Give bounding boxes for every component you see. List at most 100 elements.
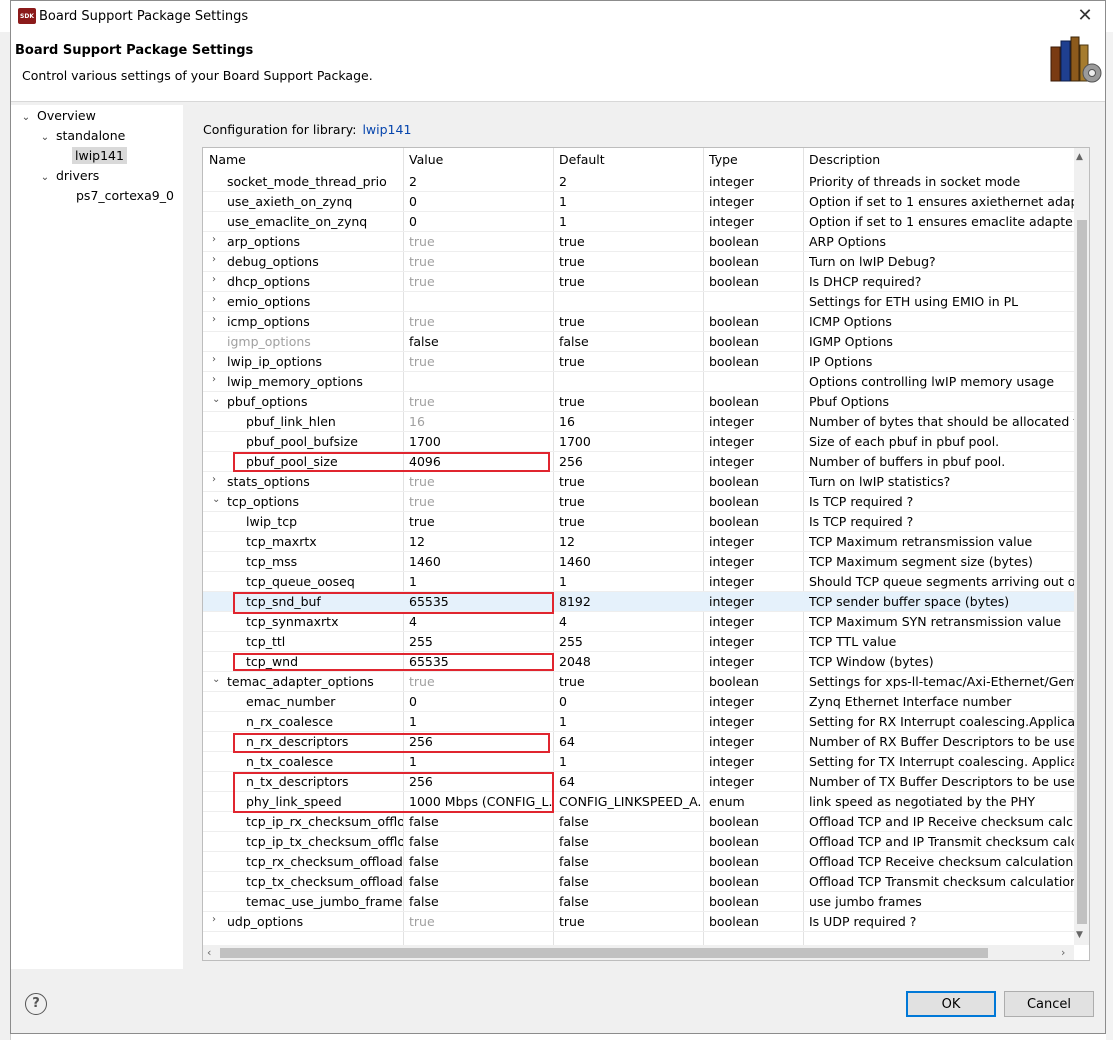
scroll-left-icon[interactable]: ‹ bbox=[207, 946, 211, 959]
horizontal-scroll-thumb[interactable] bbox=[220, 948, 988, 958]
row-value-cell[interactable]: 256 bbox=[409, 734, 552, 749]
table-row[interactable]: tcp_snd_buf 65535 8192 integer TCP sender bu… bbox=[203, 592, 1074, 612]
row-value-cell[interactable]: 1 bbox=[409, 714, 552, 729]
table-row[interactable]: ⌄ tcp_options true true boolean Is TCP requir… bbox=[203, 492, 1074, 512]
row-value-cell[interactable]: 16 bbox=[409, 414, 552, 429]
row-value-cell[interactable]: 4096 bbox=[409, 454, 552, 469]
table-row[interactable]: n_tx_descriptors 256 64 integer Number of TX… bbox=[203, 772, 1074, 792]
tree-item-standalone[interactable]: ⌄ standalone bbox=[38, 126, 126, 148]
table-row[interactable]: temac_use_jumbo_frames false false boolean u… bbox=[203, 892, 1074, 912]
row-value-cell[interactable]: 1 bbox=[409, 754, 552, 769]
table-row[interactable]: tcp_maxrtx 12 12 integer TCP Maximum retrans… bbox=[203, 532, 1074, 552]
column-header-name[interactable]: Name bbox=[209, 152, 246, 167]
scroll-up-icon[interactable]: ▲ bbox=[1076, 152, 1083, 162]
row-value-cell[interactable]: 1460 bbox=[409, 554, 552, 569]
table-row[interactable]: › emio_options Settings for ETH using EMIO… bbox=[203, 292, 1074, 312]
table-row[interactable]: tcp_rx_checksum_offload false false boolean… bbox=[203, 852, 1074, 872]
row-value-cell[interactable]: 2 bbox=[409, 174, 552, 189]
table-row[interactable]: › stats_options true true boolean Turn on lwI… bbox=[203, 472, 1074, 492]
row-value-cell[interactable]: false bbox=[409, 894, 552, 909]
chevron-right-icon[interactable]: › bbox=[212, 314, 216, 325]
table-row[interactable]: › lwip_memory_options Options controlling … bbox=[203, 372, 1074, 392]
table-row[interactable]: › debug_options true true boolean Turn on lwI… bbox=[203, 252, 1074, 272]
row-value-cell[interactable]: 12 bbox=[409, 534, 552, 549]
table-row[interactable]: socket_mode_thread_prio 2 2 integer Priority… bbox=[203, 172, 1074, 192]
chevron-down-icon[interactable]: ⌄ bbox=[38, 168, 52, 188]
table-row[interactable]: ⌄ pbuf_options true true boolean Pbuf Options bbox=[203, 392, 1074, 412]
column-header-description[interactable]: Description bbox=[809, 152, 880, 167]
row-value-cell[interactable]: false bbox=[409, 814, 552, 829]
table-row[interactable]: › dhcp_options true true boolean Is DHCP requ… bbox=[203, 272, 1074, 292]
table-row[interactable]: use_axieth_on_zynq 0 1 integer Option if set… bbox=[203, 192, 1074, 212]
table-row[interactable]: n_tx_coalesce 1 1 integer Setting for TX Int… bbox=[203, 752, 1074, 772]
tree-item-drivers[interactable]: ⌄ drivers bbox=[38, 166, 99, 186]
vertical-scrollbar[interactable]: ▲ ▼ bbox=[1074, 148, 1089, 945]
vertical-scroll-thumb[interactable] bbox=[1077, 220, 1087, 924]
help-icon[interactable]: ? bbox=[25, 993, 47, 1015]
table-row[interactable]: n_rx_coalesce 1 1 integer Setting for RX Int… bbox=[203, 712, 1074, 732]
table-row[interactable]: igmp_options false false boolean IGMP Option… bbox=[203, 332, 1074, 352]
table-row[interactable]: lwip_tcp true true boolean Is TCP required ? bbox=[203, 512, 1074, 532]
table-row[interactable]: pbuf_pool_bufsize 1700 1700 integer Size of … bbox=[203, 432, 1074, 452]
column-header-default[interactable]: Default bbox=[559, 152, 605, 167]
scroll-down-icon[interactable]: ▼ bbox=[1076, 930, 1083, 940]
tree-item-overview[interactable]: ⌄ Overview bbox=[19, 106, 96, 126]
row-value-cell[interactable]: true bbox=[409, 234, 552, 249]
chevron-right-icon[interactable]: › bbox=[212, 254, 216, 265]
table-row[interactable]: tcp_ip_rx_checksum_offload false false bool… bbox=[203, 812, 1074, 832]
tree-item-lwip141[interactable]: lwip141 bbox=[72, 146, 127, 166]
tree-item-ps7-cortexa9-0[interactable]: ps7_cortexa9_0 bbox=[76, 186, 174, 206]
row-value-cell[interactable]: 65535 bbox=[409, 594, 552, 609]
row-value-cell[interactable]: true bbox=[409, 274, 552, 289]
row-value-cell[interactable]: true bbox=[409, 674, 552, 689]
table-row[interactable]: › icmp_options true true boolean ICMP Options bbox=[203, 312, 1074, 332]
table-row[interactable]: pbuf_pool_size 4096 256 integer Number of bu… bbox=[203, 452, 1074, 472]
row-value-cell[interactable]: true bbox=[409, 394, 552, 409]
table-row[interactable]: tcp_synmaxrtx 4 4 integer TCP Maximum SYN re… bbox=[203, 612, 1074, 632]
row-value-cell[interactable]: 65535 bbox=[409, 654, 552, 669]
chevron-right-icon[interactable]: › bbox=[212, 354, 216, 365]
row-value-cell[interactable]: 4 bbox=[409, 614, 552, 629]
column-header-type[interactable]: Type bbox=[709, 152, 738, 167]
horizontal-scrollbar[interactable]: ‹ › bbox=[203, 945, 1074, 960]
row-value-cell[interactable]: true bbox=[409, 254, 552, 269]
column-header-value[interactable]: Value bbox=[409, 152, 443, 167]
table-row[interactable]: tcp_ip_tx_checksum_offload false false bool… bbox=[203, 832, 1074, 852]
row-value-cell[interactable]: true bbox=[409, 474, 552, 489]
row-value-cell[interactable]: 1000 Mbps (CONFIG_L... bbox=[409, 794, 552, 809]
table-row[interactable]: › udp_options true true boolean Is UDP requir… bbox=[203, 912, 1074, 932]
row-value-cell[interactable]: false bbox=[409, 334, 552, 349]
table-row[interactable]: tcp_wnd 65535 2048 integer TCP Window (bytes… bbox=[203, 652, 1074, 672]
table-row[interactable]: emac_number 0 0 integer Zynq Ethernet Interf… bbox=[203, 692, 1074, 712]
chevron-down-icon[interactable]: ⌄ bbox=[212, 494, 220, 505]
chevron-down-icon[interactable]: ⌄ bbox=[212, 394, 220, 405]
table-row[interactable]: ⌄ temac_adapter_options true true boolean Set… bbox=[203, 672, 1074, 692]
table-row[interactable]: tcp_mss 1460 1460 integer TCP Maximum segmen… bbox=[203, 552, 1074, 572]
row-value-cell[interactable]: true bbox=[409, 354, 552, 369]
ok-button[interactable]: OK bbox=[906, 991, 996, 1017]
table-row[interactable]: n_rx_descriptors 256 64 integer Number of RX… bbox=[203, 732, 1074, 752]
table-row[interactable]: tcp_queue_ooseq 1 1 integer Should TCP queue… bbox=[203, 572, 1074, 592]
table-row[interactable]: use_emaclite_on_zynq 0 1 integer Option if s… bbox=[203, 212, 1074, 232]
chevron-right-icon[interactable]: › bbox=[212, 474, 216, 485]
row-value-cell[interactable]: 1700 bbox=[409, 434, 552, 449]
row-value-cell[interactable]: 1 bbox=[409, 574, 552, 589]
row-value-cell[interactable]: 255 bbox=[409, 634, 552, 649]
row-value-cell[interactable]: false bbox=[409, 854, 552, 869]
cancel-button[interactable]: Cancel bbox=[1004, 991, 1094, 1017]
table-row[interactable]: tcp_tx_checksum_offload false false boolean… bbox=[203, 872, 1074, 892]
chevron-down-icon[interactable]: ⌄ bbox=[38, 128, 52, 148]
chevron-right-icon[interactable]: › bbox=[212, 914, 216, 925]
row-value-cell[interactable]: true bbox=[409, 914, 552, 929]
row-value-cell[interactable]: true bbox=[409, 314, 552, 329]
row-value-cell[interactable]: false bbox=[409, 834, 552, 849]
row-value-cell[interactable]: true bbox=[409, 514, 552, 529]
close-icon[interactable]: ✕ bbox=[1073, 5, 1097, 27]
chevron-right-icon[interactable]: › bbox=[212, 234, 216, 245]
row-value-cell[interactable]: true bbox=[409, 494, 552, 509]
chevron-right-icon[interactable]: › bbox=[212, 374, 216, 385]
table-row[interactable]: › lwip_ip_options true true boolean IP Option… bbox=[203, 352, 1074, 372]
table-row[interactable]: tcp_ttl 255 255 integer TCP TTL value bbox=[203, 632, 1074, 652]
chevron-down-icon[interactable]: ⌄ bbox=[212, 674, 220, 685]
table-row[interactable]: › arp_options true true boolean ARP Options bbox=[203, 232, 1074, 252]
